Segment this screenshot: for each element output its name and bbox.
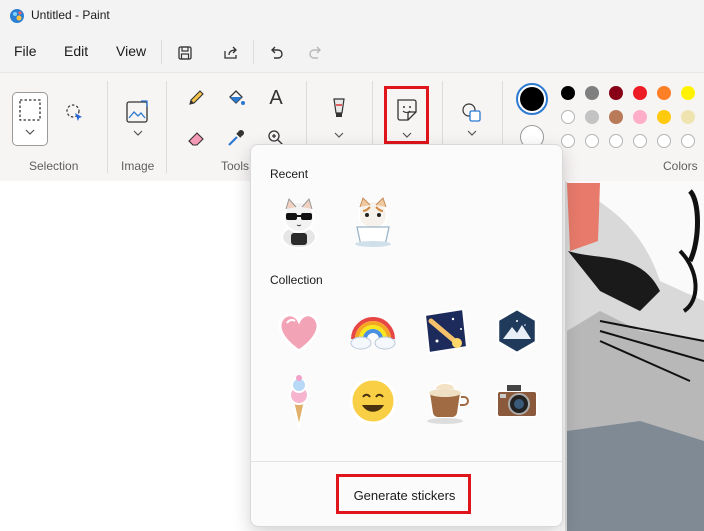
palette-swatch[interactable] xyxy=(585,110,599,124)
palette-swatch[interactable] xyxy=(657,86,671,100)
menu-divider xyxy=(161,40,162,64)
palette-swatch[interactable] xyxy=(657,110,671,124)
palette-swatch[interactable] xyxy=(681,134,695,148)
palette-swatch[interactable] xyxy=(585,134,599,148)
undo-icon[interactable] xyxy=(265,42,287,64)
flyout-divider xyxy=(251,461,562,462)
share-icon[interactable] xyxy=(220,42,242,64)
group-label-colors: Colors xyxy=(663,159,698,173)
shooting-star-sticker[interactable] xyxy=(417,303,473,359)
recent-section-label: Recent xyxy=(270,167,309,181)
coffee-cup-sticker[interactable] xyxy=(417,373,473,429)
highlight-stickers-button xyxy=(384,86,429,144)
mountain-badge-sticker[interactable] xyxy=(489,303,545,359)
ice-cream-sticker[interactable] xyxy=(271,373,327,429)
paint-app-icon xyxy=(9,8,25,27)
menu-view[interactable]: View xyxy=(116,43,146,59)
menu-edit[interactable]: Edit xyxy=(64,43,88,59)
menu-divider xyxy=(253,40,254,64)
rainbow-sticker[interactable] xyxy=(345,303,401,359)
fill-bucket-icon[interactable] xyxy=(224,86,248,110)
group-divider xyxy=(107,81,108,173)
stickers-flyout: Recent Collection Generate stickers xyxy=(250,144,563,527)
title-bar: Untitled - Paint xyxy=(0,0,704,32)
text-tool-icon[interactable]: A xyxy=(264,86,288,110)
palette-swatch[interactable] xyxy=(681,86,695,100)
group-label-image: Image xyxy=(121,159,155,173)
redo-icon[interactable] xyxy=(305,42,327,64)
palette-swatch[interactable] xyxy=(609,86,623,100)
free-form-select-icon[interactable] xyxy=(62,100,86,124)
camera-sticker[interactable] xyxy=(489,373,545,429)
group-label-tools: Tools xyxy=(221,159,250,173)
menu-bar: File Edit View xyxy=(0,34,704,70)
smiley-sticker[interactable] xyxy=(345,373,401,429)
collection-section-label: Collection xyxy=(270,273,323,287)
palette-swatch[interactable] xyxy=(561,86,575,100)
shapes-icon[interactable] xyxy=(459,99,485,141)
heart-sticker[interactable] xyxy=(271,303,327,359)
image-menu-icon[interactable] xyxy=(124,97,152,143)
palette-swatch[interactable] xyxy=(585,86,599,100)
palette-swatch[interactable] xyxy=(561,110,575,124)
group-divider xyxy=(166,81,167,173)
window-title: Untitled - Paint xyxy=(31,8,110,22)
palette-swatch[interactable] xyxy=(633,134,647,148)
color-picker-icon[interactable] xyxy=(224,126,248,150)
group-label-selection: Selection xyxy=(29,159,79,173)
palette-swatch[interactable] xyxy=(609,134,623,148)
pencil-icon[interactable] xyxy=(184,86,208,110)
palette-swatch[interactable] xyxy=(609,110,623,124)
palette-swatch[interactable] xyxy=(681,110,695,124)
selection-button[interactable] xyxy=(12,92,48,146)
save-icon[interactable] xyxy=(174,42,196,64)
menu-file[interactable]: File xyxy=(14,43,37,59)
cat-coffee-cup-sticker[interactable] xyxy=(345,193,401,249)
primary-color-swatch xyxy=(520,87,544,111)
highlight-generate-stickers xyxy=(336,474,471,514)
eraser-icon[interactable] xyxy=(184,126,208,150)
cat-sunglasses-sticker[interactable] xyxy=(271,193,327,249)
palette-swatch[interactable] xyxy=(561,134,575,148)
palette-swatch[interactable] xyxy=(657,134,671,148)
palette-swatch[interactable] xyxy=(633,86,647,100)
brushes-icon[interactable] xyxy=(326,95,352,141)
palette-swatch[interactable] xyxy=(633,110,647,124)
